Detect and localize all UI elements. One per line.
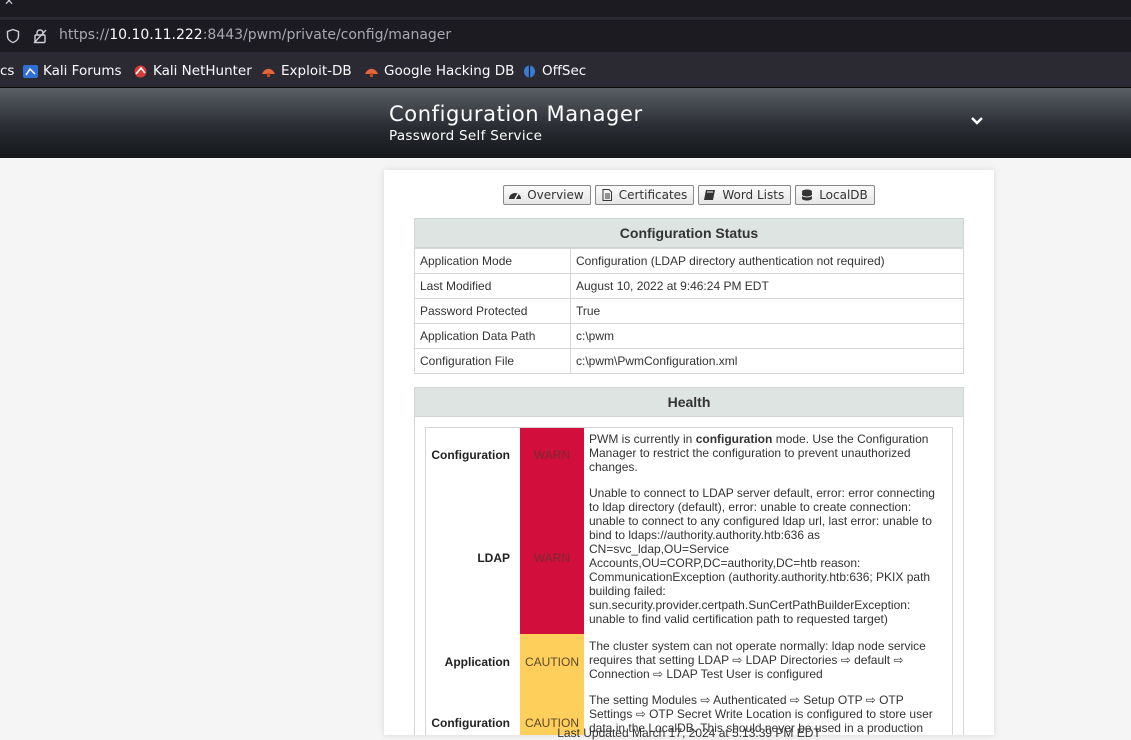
bookmark-label: cs (0, 63, 15, 79)
browser-toolbar: https://10.10.11.222:8443/pwm/private/co… (0, 17, 1131, 55)
row-key: Application Mode (414, 248, 571, 274)
book-icon (704, 190, 716, 200)
health-status-badge: WARN (520, 482, 584, 634)
page-title: Configuration Manager (389, 102, 643, 126)
section-title: Health (414, 387, 964, 417)
kali-forums-icon (23, 64, 38, 78)
header-menu-chevron-down-icon[interactable] (969, 114, 985, 128)
offsec-icon (524, 65, 535, 77)
health-detail: The cluster system can not operate norma… (589, 638, 926, 681)
config-nav: Overview Certificates Word Lists LocalDB (384, 185, 994, 205)
health-topic: Application (444, 654, 510, 669)
health-section: Health Configuration WARN PWM is current… (414, 387, 964, 735)
row-key: Password Protected (414, 298, 571, 324)
bookmark-label: OffSec (542, 63, 587, 79)
word-lists-button[interactable]: Word Lists (698, 185, 792, 205)
health-detail: PWM is currently in configuration mode. … (589, 432, 929, 474)
overview-label: Overview (527, 188, 584, 202)
health-status-badge: CAUTION (520, 634, 584, 689)
app-header: Configuration Manager Password Self Serv… (0, 88, 1131, 158)
section-title: Configuration Status (414, 218, 964, 248)
bookmark-exploit-db[interactable]: Exploit-DB (261, 63, 352, 79)
exploit-db-icon (262, 68, 275, 77)
tracking-protection-icon[interactable] (5, 28, 21, 44)
row-value: August 10, 2022 at 9:46:24 PM EDT (570, 273, 964, 299)
localdb-button[interactable]: LocalDB (795, 185, 875, 205)
row-value: c:\pwm (570, 323, 964, 349)
health-row: LDAP WARN Unable to connect to LDAP serv… (426, 482, 952, 634)
table-row: Configuration File c:\pwm\PwmConfigurati… (414, 348, 964, 374)
word-lists-label: Word Lists (722, 188, 785, 202)
row-value: True (570, 298, 964, 324)
health-detail: Unable to connect to LDAP server default… (589, 486, 935, 626)
page-subtitle: Password Self Service (389, 128, 543, 144)
database-icon (801, 189, 813, 201)
certificates-label: Certificates (618, 188, 688, 202)
row-value: c:\pwm\PwmConfiguration.xml (570, 348, 964, 374)
bookmark-kali-nethunter[interactable]: Kali NetHunter (133, 63, 252, 79)
tab-close-icon[interactable]: ✕ (4, 0, 14, 8)
bookmark-kali-forums[interactable]: Kali Forums (23, 63, 122, 79)
certificates-button[interactable]: Certificates (594, 185, 695, 205)
localdb-label: LocalDB (819, 188, 868, 202)
row-key: Application Data Path (414, 323, 571, 349)
url-bar[interactable]: https://10.10.11.222:8443/pwm/private/co… (0, 20, 1131, 52)
health-topic: Configuration (431, 448, 510, 462)
health-body: Configuration WARN PWM is currently in c… (414, 417, 964, 735)
bookmark-google-hacking-db[interactable]: Google Hacking DB (364, 63, 514, 79)
ghdb-icon (365, 68, 378, 77)
table-row: Last Modified August 10, 2022 at 9:46:24… (414, 273, 964, 299)
url-text[interactable]: https://10.10.11.222:8443/pwm/private/co… (59, 27, 451, 43)
bookmarks-toolbar: cs Kali Forums Kali NetHunter Exploit-DB… (0, 55, 1131, 88)
table-row: Application Mode Configuration (LDAP dir… (414, 248, 964, 274)
file-text-icon (602, 189, 612, 201)
configuration-status-section: Configuration Status Application Mode Co… (414, 218, 964, 374)
bookmark-partial[interactable]: cs (0, 63, 14, 79)
row-key: Last Modified (414, 273, 571, 299)
row-value: Configuration (LDAP directory authentica… (570, 248, 964, 274)
health-row: Configuration WARN PWM is currently in c… (426, 428, 952, 482)
table-row: Password Protected True (414, 298, 964, 324)
bookmark-label: Google Hacking DB (384, 63, 515, 79)
config-manager-panel: Overview Certificates Word Lists LocalDB… (384, 170, 994, 735)
configuration-status-table: Application Mode Configuration (LDAP dir… (414, 248, 964, 374)
health-status-badge: WARN (520, 428, 584, 482)
health-scroll-area[interactable]: Configuration WARN PWM is currently in c… (425, 427, 953, 735)
bookmark-offsec[interactable]: OffSec (522, 63, 586, 79)
dashboard-icon (509, 193, 522, 200)
insecure-lock-icon[interactable] (32, 28, 48, 44)
bookmark-label: Exploit-DB (281, 63, 352, 79)
health-topic: LDAP (477, 551, 510, 565)
health-row: Application CAUTION The cluster system c… (426, 634, 952, 689)
bookmark-label: Kali Forums (43, 63, 122, 79)
bookmark-label: Kali NetHunter (153, 63, 252, 79)
overview-button[interactable]: Overview (503, 185, 591, 205)
kali-nethunter-icon (134, 65, 147, 77)
health-table: Configuration WARN PWM is currently in c… (426, 428, 952, 735)
last-updated-text: Last Updated March 17, 2024 at 5:13:39 P… (557, 726, 821, 740)
browser-titlebar: ✕ (0, 0, 1131, 17)
row-key: Configuration File (414, 348, 571, 374)
table-row: Application Data Path c:\pwm (414, 323, 964, 349)
